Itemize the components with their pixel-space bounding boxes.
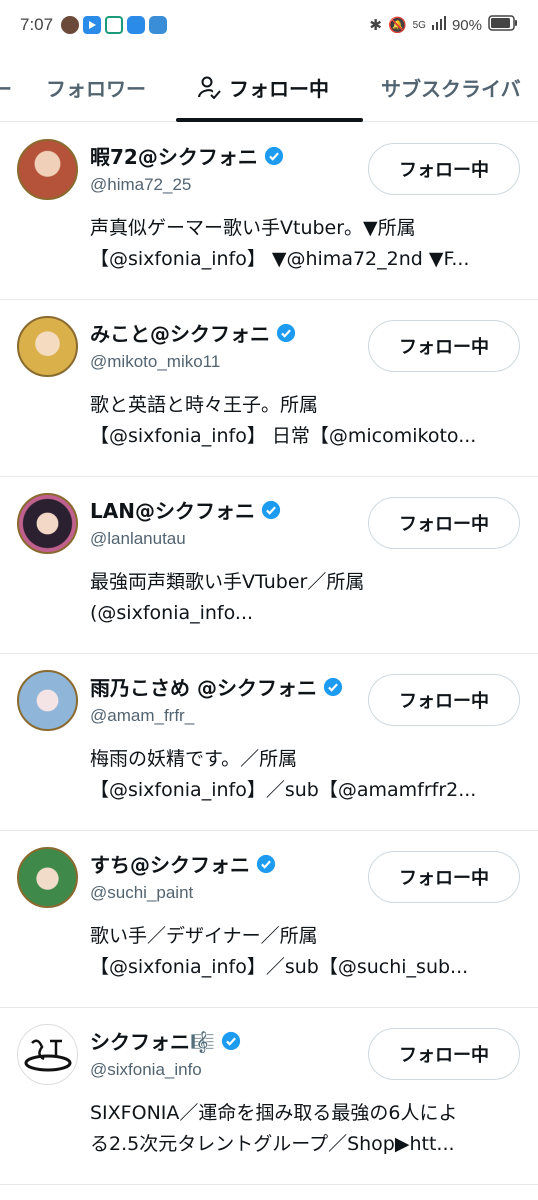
following-person-icon — [197, 75, 221, 99]
status-time: 7:07 — [20, 15, 54, 34]
verified-badge-icon — [264, 146, 283, 165]
tab-subscribers[interactable]: サブスクライバ — [381, 52, 521, 122]
mute-icon: 🔕 — [387, 17, 407, 34]
shield-icon — [105, 16, 124, 34]
battery-icon — [488, 15, 518, 35]
verified-badge-icon — [221, 1031, 240, 1050]
verified-badge-icon — [261, 500, 281, 519]
bluetooth-icon: ✱ — [369, 17, 382, 34]
account-row[interactable]: LAN@シクフォニ @lanlanutau 最強両声類歌い手VTuber／所属 … — [0, 477, 538, 654]
tab-followers[interactable]: フォロワー — [46, 52, 146, 122]
bio: 歌と英語と時々王子。所属 【@sixfonia_info】 日常【@micomi… — [90, 394, 477, 447]
cloud-icon — [127, 16, 146, 34]
display-name[interactable]: みこと@シクフォニ — [90, 318, 270, 347]
avatar[interactable] — [17, 139, 78, 200]
sixfonia-logo-icon — [24, 1039, 72, 1072]
follow-tabs: ー フォロワー フォロー中 サブスクライバ — [0, 52, 538, 122]
following-button[interactable]: フォロー中 — [368, 497, 520, 549]
avatar[interactable] — [17, 670, 78, 731]
account-row[interactable]: みこと@シクフォニ @mikoto_miko11 歌と英語と時々王子。所属 【@… — [0, 300, 538, 477]
verified-badge-icon — [276, 323, 296, 342]
following-button[interactable]: フォロー中 — [368, 1028, 520, 1080]
following-button[interactable]: フォロー中 — [368, 320, 520, 372]
verified-badge-icon — [323, 677, 343, 696]
status-right: ✱ 🔕 5G 90% — [369, 15, 518, 35]
tab-following[interactable]: フォロー中 — [197, 52, 329, 122]
signal-icon — [431, 16, 446, 34]
bio: 梅雨の妖精です。／所属 【@sixfonia_info】／sub【@amamfr… — [90, 748, 477, 801]
handle: @lanlanutau — [90, 529, 186, 548]
display-name[interactable]: LAN@シクフォニ — [90, 495, 255, 524]
avatar[interactable] — [17, 1024, 78, 1085]
tab-indicator — [176, 118, 363, 122]
following-list: 暇72@シクフォニ @hima72_25 声真似ゲーマー歌い手Vtuber。▼所… — [0, 123, 538, 1185]
handle: @amam_frfr_ — [90, 706, 195, 725]
account-row[interactable]: 雨乃こさめ @シクフォニ @amam_frfr_ 梅雨の妖精です。／所属 【@s… — [0, 654, 538, 831]
avatar[interactable] — [17, 493, 78, 554]
following-button[interactable]: フォロー中 — [368, 143, 520, 195]
status-bar: 7:07 ✱ 🔕 5G 90% — [0, 0, 538, 50]
bio: 声真似ゲーマー歌い手Vtuber。▼所属 【@sixfonia_info】 ▼@… — [90, 217, 470, 270]
handle: @hima72_25 — [90, 175, 192, 194]
display-name[interactable]: 暇72@シクフォニ — [90, 141, 258, 170]
display-name[interactable]: シクフォニ🎼 — [90, 1026, 215, 1055]
handle: @sixfonia_info — [90, 1060, 202, 1079]
account-row[interactable]: シクフォニ🎼 @sixfonia_info SIXFONIA／運命を掴み取る最強… — [0, 1008, 538, 1185]
tab-partial[interactable]: ー — [0, 52, 12, 122]
display-name[interactable]: 雨乃こさめ @シクフォニ — [90, 672, 317, 701]
account-row[interactable]: すち@シクフォニ @suchi_paint 歌い手／デザイナー／所属 【@six… — [0, 831, 538, 1008]
grid-app-icon — [149, 16, 168, 34]
battery-percent: 90% — [451, 16, 482, 34]
notification-icons — [61, 16, 168, 34]
verified-badge-icon — [256, 854, 276, 873]
bio: SIXFONIA／運命を掴み取る最強の6人によ る2.5次元タレントグループ／S… — [90, 1102, 458, 1155]
following-button[interactable]: フォロー中 — [368, 674, 520, 726]
avatar[interactable] — [17, 847, 78, 908]
network-label: 5G — [412, 19, 426, 31]
youtube-icon — [83, 16, 102, 34]
bio: 歌い手／デザイナー／所属 【@sixfonia_info】／sub【@suchi… — [90, 925, 469, 978]
bio: 最強両声類歌い手VTuber／所属 (@sixfonia_info... — [90, 571, 365, 624]
handle: @mikoto_miko11 — [90, 352, 221, 371]
app-avatar-icon — [61, 16, 80, 34]
avatar[interactable] — [17, 316, 78, 377]
display-name[interactable]: すち@シクフォニ — [90, 849, 250, 878]
following-button[interactable]: フォロー中 — [368, 851, 520, 903]
account-row[interactable]: 暇72@シクフォニ @hima72_25 声真似ゲーマー歌い手Vtuber。▼所… — [0, 123, 538, 300]
handle: @suchi_paint — [90, 883, 194, 902]
